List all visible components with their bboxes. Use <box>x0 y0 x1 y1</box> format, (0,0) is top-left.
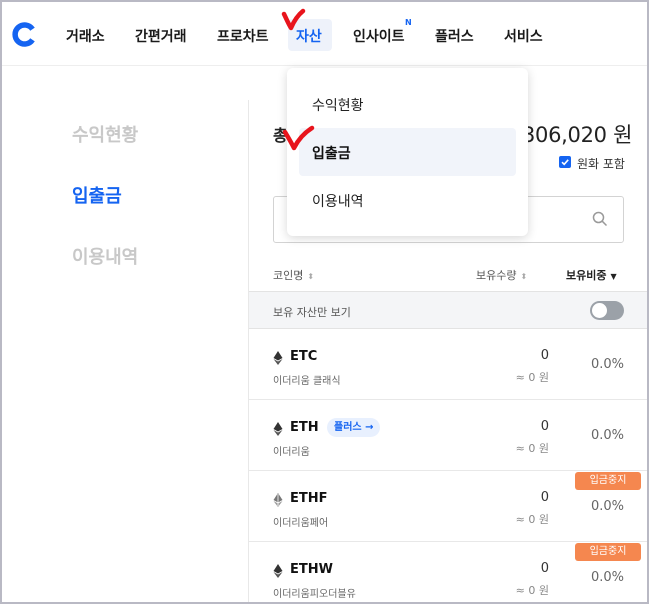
app-window: 거래소 간편거래 프로차트 자산 인사이트 N 플러스 서비스 수익현황 입출금… <box>0 0 649 604</box>
nav-item-plus[interactable]: 플러스 <box>435 26 474 46</box>
dropdown-item-deposit-withdraw[interactable]: 입출금 <box>299 128 516 176</box>
header-coin-name[interactable]: 코인명 ⬍ <box>273 267 314 283</box>
held-assets-filter-row: 보유 자산만 보기 <box>249 291 647 329</box>
coin-name: 이더리움 클래식 <box>273 376 341 387</box>
sort-desc-icon: ▼ <box>610 272 617 281</box>
coin-weight: 0.0% <box>590 499 624 514</box>
krw-include-checkbox[interactable] <box>559 156 571 168</box>
assets-dropdown-menu: 수익현황 입출금 이용내역 <box>287 68 528 236</box>
coin-symbol: ETHW <box>290 562 333 577</box>
coin-name: 이더리움 <box>273 447 310 458</box>
coin-krw-value: ≈ 0 원 <box>515 371 549 384</box>
ethereum-classic-icon <box>273 351 283 365</box>
coin-weight: 0.0% <box>590 357 624 372</box>
deposit-suspended-badge: 입금중지 <box>575 472 641 490</box>
red-check-annotation <box>282 125 315 151</box>
coin-quantity: 0 <box>540 348 549 363</box>
coin-symbol: ETH <box>290 420 319 435</box>
coin-weight: 0.0% <box>590 570 624 585</box>
toggle-knob <box>592 303 607 318</box>
coin-quantity: 0 <box>540 490 549 505</box>
coin-row-ethf[interactable]: 입금중지 ETHF 이더리움페어 0 ≈ 0 원 0.0% <box>249 471 647 542</box>
coin-symbol: ETC <box>290 349 318 364</box>
coinone-logo[interactable] <box>12 21 39 48</box>
ethereum-fair-icon <box>273 493 283 507</box>
coin-krw-value: ≈ 0 원 <box>515 442 549 455</box>
sidebar-item-history[interactable]: 이용내역 <box>72 243 138 269</box>
sidebar-item-profit[interactable]: 수익현황 <box>72 121 138 147</box>
check-icon <box>561 159 569 166</box>
table-header: 코인명 ⬍ 보유수량 ⬍ 보유비중 ▼ <box>273 264 624 284</box>
new-badge: N <box>405 18 412 27</box>
dropdown-item-history[interactable]: 이용내역 <box>299 176 516 224</box>
coin-row-eth[interactable]: ETH 플러스 → 이더리움 0 ≈ 0 원 0.0% <box>249 400 647 471</box>
header-quantity[interactable]: 보유수량 ⬍ <box>476 267 527 283</box>
search-icon[interactable] <box>592 211 608 227</box>
red-check-annotation <box>281 8 306 31</box>
coin-name: 이더리움페어 <box>273 518 329 529</box>
top-nav: 거래소 간편거래 프로차트 자산 인사이트 N 플러스 서비스 <box>2 2 647 66</box>
total-assets-amount: 306,020 원 <box>522 123 633 147</box>
krw-include-label: 원화 포함 <box>577 157 625 171</box>
held-assets-only-toggle[interactable] <box>590 301 624 320</box>
ethereum-icon <box>273 422 283 436</box>
coin-symbol: ETHF <box>290 491 328 506</box>
nav-item-easy-trade[interactable]: 간편거래 <box>135 26 187 46</box>
plus-link-badge[interactable]: 플러스 → <box>327 418 381 437</box>
nav-item-exchange[interactable]: 거래소 <box>66 26 105 46</box>
header-weight[interactable]: 보유비중 ▼ <box>566 267 617 283</box>
sidebar-item-deposit-withdraw[interactable]: 입출금 <box>72 182 122 208</box>
coin-row-etc[interactable]: ETC 이더리움 클래식 0 ≈ 0 원 0.0% <box>249 329 647 400</box>
coin-quantity: 0 <box>540 419 549 434</box>
held-assets-only-label: 보유 자산만 보기 <box>273 306 351 319</box>
ethereum-pow-icon <box>273 564 283 578</box>
coin-name: 이더리움피오더블유 <box>273 589 356 600</box>
coin-krw-value: ≈ 0 원 <box>515 513 549 526</box>
sort-icon: ⬍ <box>520 272 528 281</box>
sort-icon: ⬍ <box>307 272 315 281</box>
coin-row-ethw[interactable]: 입금중지 ETHW 이더리움피오더블유 0 ≈ 0 원 0.0% <box>249 542 647 602</box>
dropdown-item-profit[interactable]: 수익현황 <box>299 80 516 128</box>
nav-item-services[interactable]: 서비스 <box>504 26 543 46</box>
coin-quantity: 0 <box>540 561 549 576</box>
nav-item-pro-chart[interactable]: 프로차트 <box>217 26 269 46</box>
deposit-suspended-badge: 입금중지 <box>575 543 641 561</box>
coin-weight: 0.0% <box>590 428 624 443</box>
coin-krw-value: ≈ 0 원 <box>515 584 549 597</box>
nav-item-insight[interactable]: 인사이트 <box>353 26 405 46</box>
